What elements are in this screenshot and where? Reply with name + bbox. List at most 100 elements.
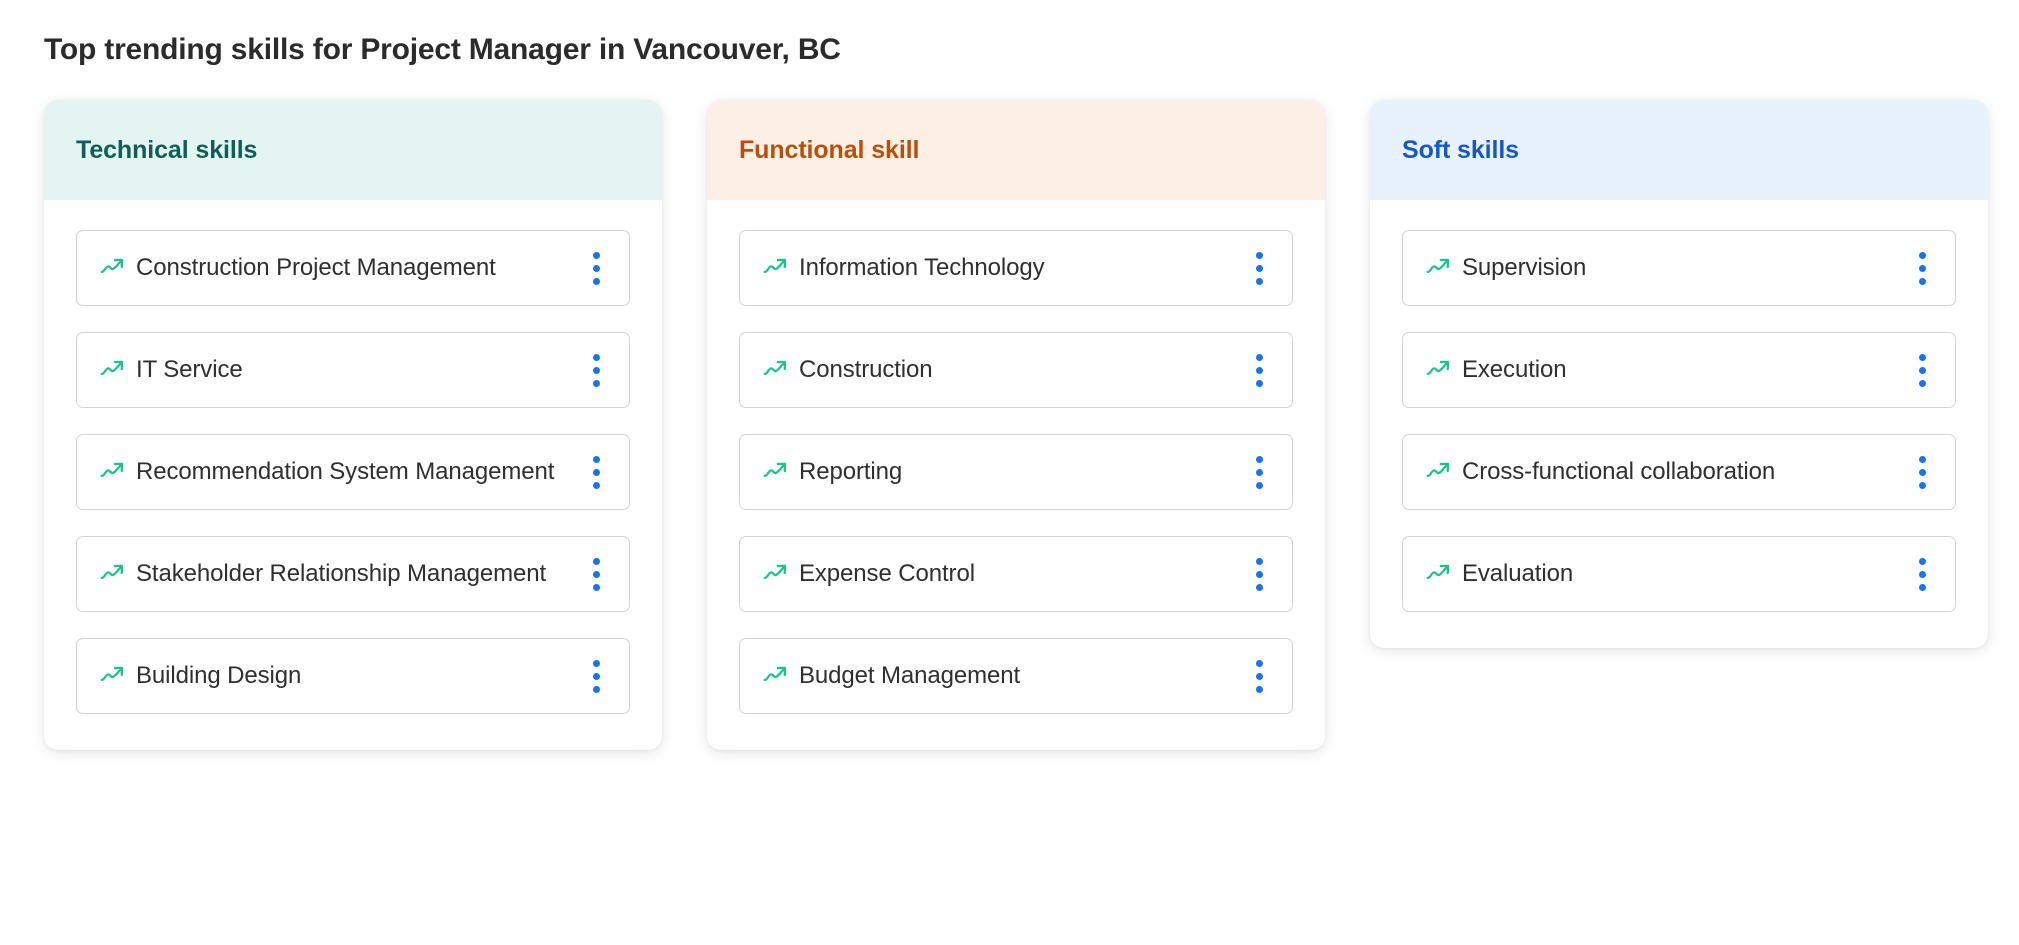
skill-item-label: Reporting (799, 458, 903, 486)
kebab-dot (1255, 353, 1263, 361)
trending-up-icon (763, 259, 787, 274)
trending-up-icon (100, 565, 124, 580)
kebab-menu-icon[interactable] (1248, 251, 1270, 285)
card-header-title: Functional skill (739, 135, 920, 164)
skill-item[interactable]: Construction (739, 332, 1293, 408)
kebab-dot (1918, 481, 1926, 489)
skill-item-label: IT Service (136, 356, 243, 384)
kebab-dot (592, 455, 600, 463)
kebab-dot (1255, 570, 1263, 578)
kebab-dot (1255, 379, 1263, 387)
kebab-menu-icon[interactable] (1248, 353, 1270, 387)
skill-item-label: Evaluation (1462, 560, 1574, 588)
kebab-menu-icon[interactable] (1911, 251, 1933, 285)
card-header-title: Technical skills (76, 135, 258, 164)
skill-item[interactable]: Reporting (739, 434, 1293, 510)
kebab-dot (1918, 277, 1926, 285)
kebab-menu-icon[interactable] (585, 557, 607, 591)
kebab-dot (1255, 672, 1263, 680)
kebab-menu-icon[interactable] (1911, 455, 1933, 489)
trending-up-icon (1426, 361, 1450, 376)
kebab-dot (1918, 251, 1926, 259)
kebab-menu-icon[interactable] (585, 455, 607, 489)
skill-item-content: Construction Project Management (99, 251, 567, 284)
skill-item-label: Expense Control (799, 560, 975, 588)
kebab-dot (592, 583, 600, 591)
skill-item[interactable]: Expense Control (739, 536, 1293, 612)
kebab-dot (1255, 277, 1263, 285)
skill-item-label: Construction (799, 356, 933, 384)
kebab-dot (1255, 468, 1263, 476)
kebab-dot (1918, 583, 1926, 591)
kebab-menu-icon[interactable] (1911, 353, 1933, 387)
skill-item[interactable]: Supervision (1402, 230, 1956, 306)
skill-item-label: Information Technology (799, 254, 1045, 282)
kebab-dot (1918, 379, 1926, 387)
trending-up-icon (100, 463, 124, 478)
kebab-dot (1255, 264, 1263, 272)
skill-item-label: Supervision (1462, 254, 1587, 282)
skill-card-soft-skills: Soft skills Supervision Execution Cross-fun… (1370, 100, 1988, 648)
kebab-dot (592, 264, 600, 272)
card-header-title: Soft skills (1402, 135, 1519, 164)
skill-item-content: Building Design (99, 659, 567, 692)
skill-item-content: Evaluation (1425, 557, 1893, 590)
skill-item-label: Stakeholder Relationship Management (136, 560, 547, 588)
skill-item[interactable]: Evaluation (1402, 536, 1956, 612)
card-body-technical-skills: Construction Project Management IT Servic… (44, 200, 662, 750)
skill-card-technical-skills: Technical skills Construction Project Man… (44, 100, 662, 750)
skill-item-content: Construction (762, 353, 1230, 386)
kebab-menu-icon[interactable] (1248, 557, 1270, 591)
kebab-dot (592, 659, 600, 667)
trending-up-icon (100, 667, 124, 682)
kebab-dot (592, 672, 600, 680)
kebab-menu-icon[interactable] (1248, 455, 1270, 489)
kebab-menu-icon[interactable] (1911, 557, 1933, 591)
trending-up-icon (1426, 565, 1450, 580)
skill-item-content: Recommendation System Management (99, 455, 567, 488)
kebab-menu-icon[interactable] (585, 659, 607, 693)
kebab-menu-icon[interactable] (585, 353, 607, 387)
skill-item[interactable]: Budget Management (739, 638, 1293, 714)
kebab-dot (1255, 366, 1263, 374)
skill-item-content: Expense Control (762, 557, 1230, 590)
skill-item[interactable]: Construction Project Management (76, 230, 630, 306)
skill-item-label: Execution (1462, 356, 1567, 384)
trending-up-icon (763, 463, 787, 478)
kebab-dot (1918, 264, 1926, 272)
kebab-dot (1255, 685, 1263, 693)
kebab-dot (1255, 557, 1263, 565)
kebab-dot (1255, 583, 1263, 591)
kebab-dot (592, 570, 600, 578)
skill-card-functional-skill: Functional skill Information Technology Co… (707, 100, 1325, 750)
kebab-dot (1918, 366, 1926, 374)
skill-item-content: Supervision (1425, 251, 1893, 284)
trending-up-icon (100, 259, 124, 274)
skill-item[interactable]: IT Service (76, 332, 630, 408)
skill-item[interactable]: Recommendation System Management (76, 434, 630, 510)
skill-item-label: Budget Management (799, 662, 1021, 690)
kebab-dot (592, 277, 600, 285)
kebab-dot (1255, 455, 1263, 463)
kebab-dot (592, 685, 600, 693)
skill-item-content: IT Service (99, 353, 567, 386)
kebab-menu-icon[interactable] (1248, 659, 1270, 693)
card-header-functional-skill: Functional skill (707, 100, 1325, 200)
skill-item-content: Budget Management (762, 659, 1230, 692)
skill-item[interactable]: Information Technology (739, 230, 1293, 306)
skill-item[interactable]: Cross-functional collaboration (1402, 434, 1956, 510)
kebab-dot (592, 251, 600, 259)
skill-item-content: Cross-functional collaboration (1425, 455, 1893, 488)
card-body-functional-skill: Information Technology Construction Report… (707, 200, 1325, 750)
page-title: Top trending skills for Project Manager … (44, 33, 841, 66)
skill-item-content: Information Technology (762, 251, 1230, 284)
kebab-dot (1255, 659, 1263, 667)
kebab-dot (592, 366, 600, 374)
kebab-dot (592, 557, 600, 565)
skill-item[interactable]: Stakeholder Relationship Management (76, 536, 630, 612)
skill-item-label: Building Design (136, 662, 302, 690)
skill-item[interactable]: Execution (1402, 332, 1956, 408)
skill-item[interactable]: Building Design (76, 638, 630, 714)
kebab-menu-icon[interactable] (585, 251, 607, 285)
kebab-dot (1255, 251, 1263, 259)
